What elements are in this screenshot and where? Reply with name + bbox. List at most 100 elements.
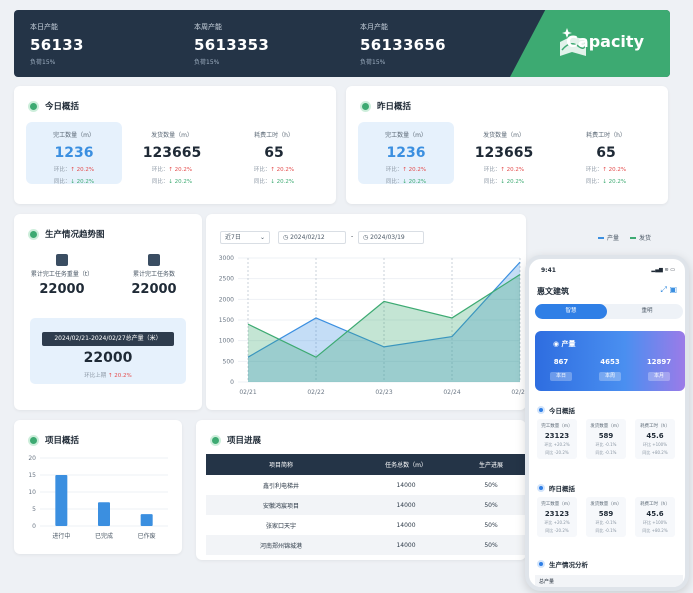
table-row[interactable]: 鑫引利电梯井 14000 50%: [206, 475, 526, 495]
date-start-input[interactable]: ◷ 2024/02/12: [278, 231, 346, 244]
metric-ratio: 同比：↓ 20.2%: [483, 179, 525, 185]
project-overview-title: 项目概括: [28, 434, 79, 446]
phone-tab-1[interactable]: 智慧: [535, 304, 607, 319]
mobile-preview: 9:41 ▂▄▆ ≋ ▭ 惠文建筑 ⤢ ▣ 智慧 重明 ◉ 产量 867 465…: [525, 255, 689, 591]
table-header: 项目简称: [206, 454, 356, 475]
y-tick-label: 500: [223, 358, 235, 365]
acc-value: 22000: [39, 282, 85, 297]
project-progress-title: 项目进展: [210, 434, 261, 446]
capacity-label: Capacity: [566, 32, 644, 51]
x-tick-label: 02/25: [511, 389, 526, 396]
phone-band-tag[interactable]: 本月: [648, 372, 670, 381]
metric-completed: 完工数量（m） 1236 环比：↑ 20.2% 同比：↓ 20.2%: [371, 130, 441, 185]
phone-output-band: ◉ 产量 867 4653 12897 本日 本周 本月: [535, 331, 685, 391]
capacity-header: 本日产能 56133 负荷15% 本周产能 5613353 负荷15% 本月产能…: [14, 10, 670, 77]
phone-metric: 耗费工时（h） 45.6 环比 +100% 同比 +80.2%: [635, 419, 675, 459]
trend-title: 生产情况趋势图: [28, 228, 105, 240]
x-tick-label: 02/24: [443, 389, 460, 396]
chevron-down-icon: ⌄: [259, 234, 265, 241]
today-title-text: 今日概括: [45, 102, 80, 112]
project-bar-chart: 0 5 10 15 20 进行中 已完成 已作废: [28, 455, 168, 540]
kpi-daily: 本日产能 56133 负荷15%: [30, 22, 84, 66]
kpi-sub: 负荷15%: [360, 59, 386, 66]
table-cell: 50%: [456, 535, 526, 555]
table-header-row: 项目简称 任务总数（m） 生产进展: [206, 454, 526, 475]
table-row[interactable]: 张家口天宇 14000 50%: [206, 515, 526, 535]
weight-icon: [56, 254, 68, 266]
yesterday-overview-card: 昨日概括 完工数量（m） 1236 环比：↑ 20.2% 同比：↓ 20.2% …: [346, 86, 668, 204]
metric-ratio: 同比：↓ 20.2%: [385, 179, 427, 185]
y-tick-label: 1500: [219, 317, 234, 324]
phone-metric: 完工数量（m） 23123 环比 +20.2% 同比 -20.2%: [537, 497, 577, 537]
y-tick-label: 20: [28, 455, 36, 462]
phone-band-value: 4653: [600, 358, 620, 366]
metric-label: 耗费工时（h）: [586, 132, 626, 139]
metric-value: 1236: [386, 145, 426, 161]
phone-band-value: 867: [553, 358, 569, 366]
project-progress-title-text: 项目进展: [227, 436, 262, 446]
metric-label: 发货数量（m）: [151, 132, 193, 139]
metric-label: 耗费工时（h）: [254, 132, 294, 139]
phone-time: 9:41: [541, 267, 556, 274]
phone-metric: 发货数量（m） 589 环比 -0.1% 同比 -0.1%: [586, 419, 626, 459]
project-overview-title-text: 项目概括: [45, 436, 80, 446]
y-tick-label: 15: [28, 472, 36, 479]
metric-ratio: 环比：↑ 20.2%: [385, 167, 427, 173]
kpi-label: 本周产能: [194, 23, 222, 31]
metric-ratio: 同比：↓ 20.2%: [53, 179, 95, 185]
phone-footer: 总产量: [535, 575, 683, 587]
range-value: 22000: [83, 350, 133, 366]
y-tick-label: 10: [28, 489, 36, 496]
table-row[interactable]: 安徽鸿宸项目 14000 50%: [206, 495, 526, 515]
yesterday-title: 昨日概括: [360, 100, 411, 112]
y-tick-label: 2000: [219, 296, 234, 303]
y-tick-label: 1000: [219, 338, 234, 345]
metric-label: 完工数量（m）: [385, 132, 427, 139]
period-select[interactable]: 近7日 ⌄: [220, 231, 270, 244]
y-tick-label: 0: [32, 523, 36, 530]
bar: [55, 475, 68, 526]
table-cell: 鑫引利电梯井: [262, 482, 299, 490]
phone-title: 惠文建筑: [537, 287, 569, 296]
calendar-icon: ◷: [363, 234, 369, 241]
y-tick-label: 3000: [219, 255, 234, 262]
calendar-icon: ◷: [283, 234, 289, 241]
range-ratio: 环比上期 ↑ 20.2%: [84, 373, 132, 379]
table-cell: 张家口天宇: [265, 522, 296, 530]
table-header: 任务总数（m）: [356, 454, 456, 475]
metric-ratio: 同比：↓ 20.2%: [253, 179, 295, 185]
legend-output: 产量: [598, 233, 619, 242]
phone-band-tag[interactable]: 本周: [599, 372, 621, 381]
task-icon: [148, 254, 160, 266]
phone-today-title: 今日概括: [537, 405, 575, 415]
metric-value: 123665: [142, 145, 202, 161]
metric-shipped: 发货数量（m） 123665 环比：↑ 20.2% 同比：↓ 20.2%: [137, 130, 207, 185]
phone-band-tag[interactable]: 本日: [550, 372, 572, 381]
phone-actions: ⤢ ▣: [660, 285, 677, 295]
phone-status-icons: ▂▄▆ ≋ ▭: [651, 267, 675, 273]
table-row[interactable]: 河南郑州锦城港 14000 50%: [206, 535, 526, 555]
x-tick-label: 02/22: [307, 389, 324, 396]
capacity-banner: Capacity: [510, 10, 670, 77]
expand-icon[interactable]: ⤢: [660, 285, 666, 294]
table-cell: 河南郑州锦城港: [206, 535, 356, 555]
section-dot-icon: [28, 100, 39, 112]
metric-completed: 完工数量（m） 1236 环比：↑ 20.2% 同比：↓ 20.2%: [39, 130, 109, 185]
table-cell: 14000: [396, 521, 416, 529]
phone-metric: 耗费工时（h） 45.6 环比 +100% 同比 +80.2%: [635, 497, 675, 537]
bar: [140, 514, 153, 526]
table-cell: 14000: [356, 495, 456, 515]
kpi-sub: 负荷15%: [194, 59, 220, 66]
metric-shipped: 发货数量（m） 123665 环比：↑ 20.2% 同比：↓ 20.2%: [469, 130, 539, 185]
kpi-label: 本日产能: [30, 23, 58, 31]
calendar-icon[interactable]: ▣: [669, 285, 677, 294]
kpi-weekly: 本周产能 5613353 负荷15%: [194, 22, 269, 66]
range-total-box: 2024/02/21-2024/02/27总产量（米） 22000 环比上期 ↑…: [30, 318, 186, 384]
metric-value: 65: [264, 145, 284, 161]
date-end-input[interactable]: ◷ 2024/03/19: [358, 231, 424, 244]
metric-ratio: 环比：↑ 20.2%: [483, 167, 525, 173]
table-cell: 14000: [356, 535, 456, 555]
y-tick-label: 5: [32, 506, 36, 513]
yesterday-title-text: 昨日概括: [377, 102, 412, 112]
phone-tab-2[interactable]: 重明: [611, 304, 683, 319]
